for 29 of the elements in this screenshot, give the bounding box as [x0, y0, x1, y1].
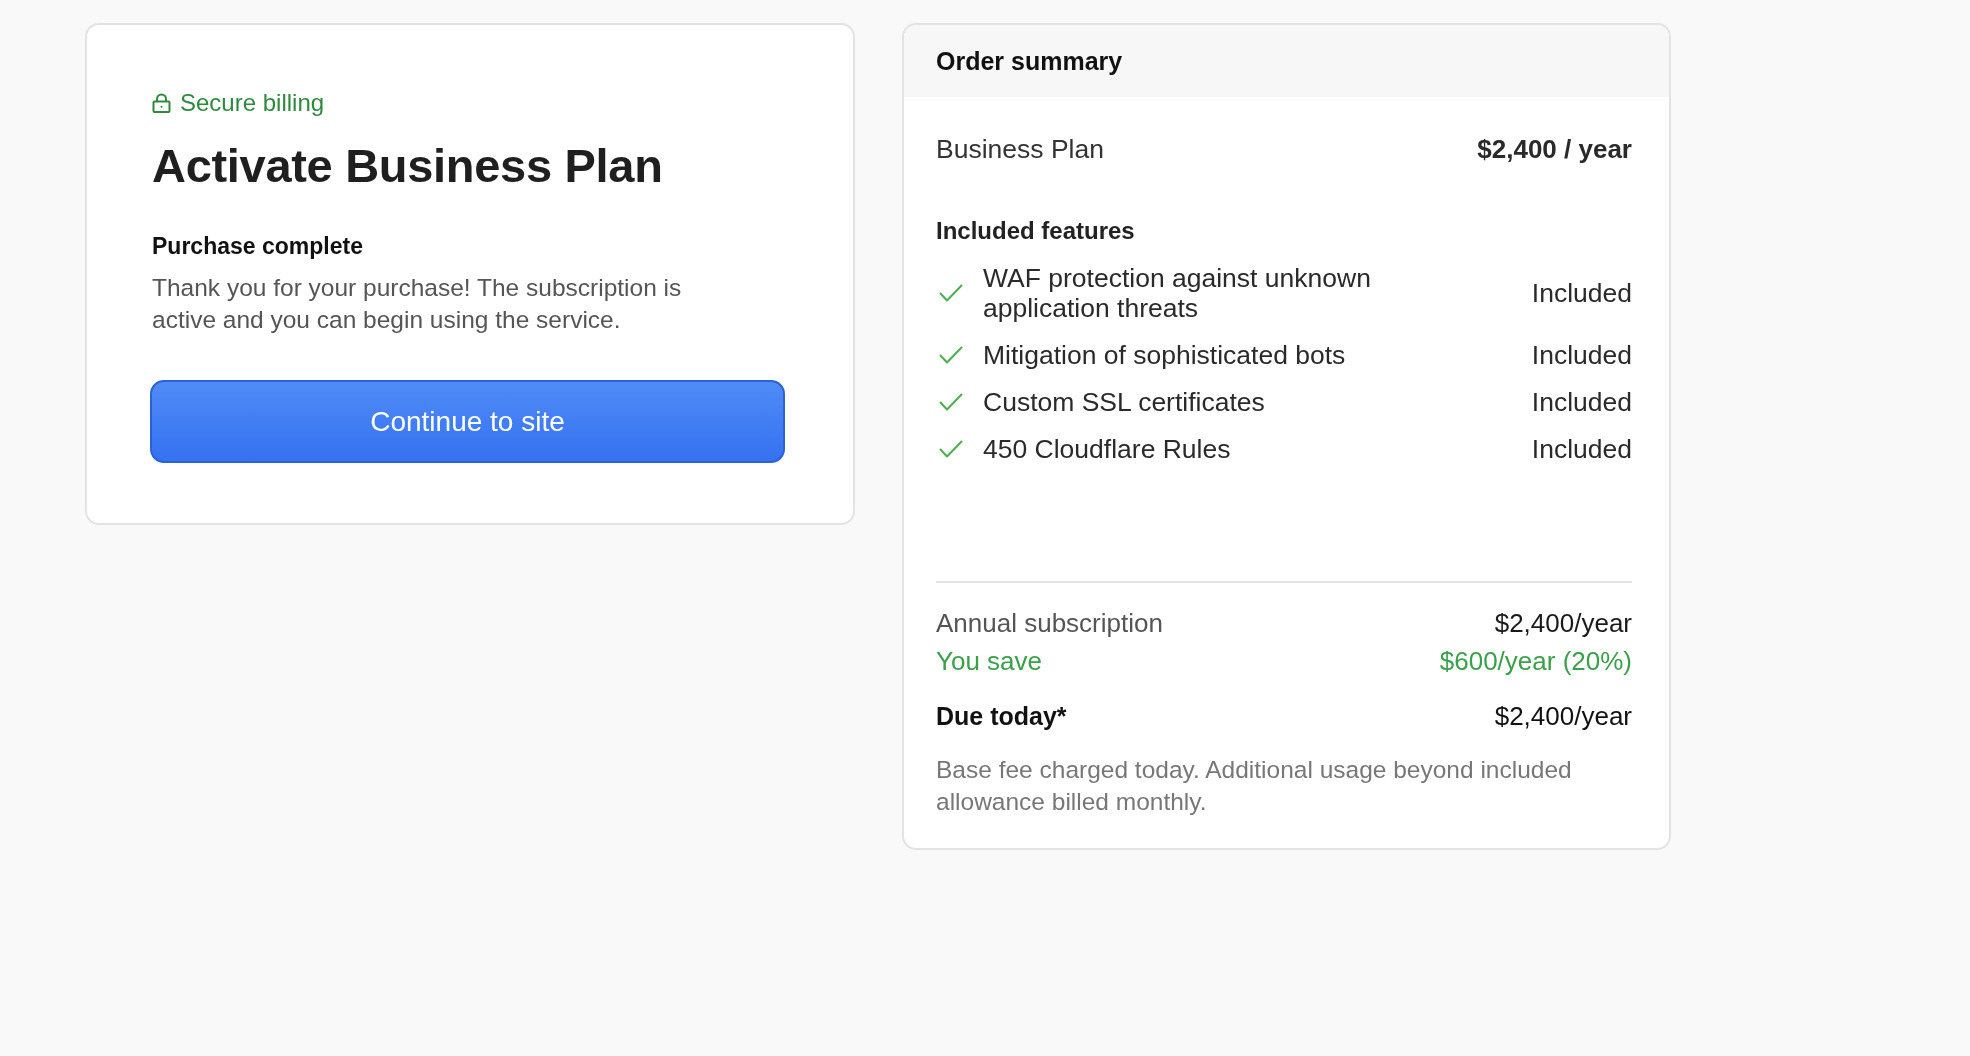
feature-name: 450 Cloudflare Rules [983, 434, 1231, 464]
feature-status: Included [1531, 340, 1632, 370]
check-icon [939, 393, 963, 411]
page-title: Activate Business Plan [152, 138, 664, 194]
plan-price: $2,400 / year [1477, 133, 1632, 166]
status-heading: Purchase complete [152, 232, 364, 261]
continue-button[interactable]: Continue to site [150, 380, 785, 463]
check-icon [939, 284, 963, 302]
feature-status: Included [1531, 278, 1632, 308]
billing-note: Base fee charged today. Additional usage beyond included allowance billed monthly. [936, 755, 1573, 817]
feature-status: Included [1531, 434, 1632, 464]
total-value: $2,400/year [1494, 608, 1632, 638]
features-heading: Included features [936, 216, 1136, 246]
status-message: Thank you for your purchase! The subscription is active and you can begin using the service. [152, 273, 683, 335]
plan-name: Business Plan [936, 133, 1104, 166]
total-label: Annual subscription [936, 608, 1163, 638]
total-label: You save [936, 646, 1043, 676]
lock-icon [152, 93, 171, 113]
feature-name: Mitigation of sophisticated bots [983, 340, 1346, 370]
check-icon [939, 346, 963, 364]
summary-title: Order summary [936, 46, 1123, 76]
feature-status: Included [1531, 387, 1632, 417]
feature-name: WAF protection against unknown application threats [983, 263, 1372, 323]
feature-name: Custom SSL certificates [983, 387, 1265, 417]
due-value: $2,400/year [1494, 701, 1632, 731]
due-label: Due today* [936, 701, 1067, 731]
secure-billing-label: Secure billing [180, 88, 325, 118]
check-icon [939, 440, 963, 458]
total-value: $600/year (20%) [1439, 646, 1632, 676]
